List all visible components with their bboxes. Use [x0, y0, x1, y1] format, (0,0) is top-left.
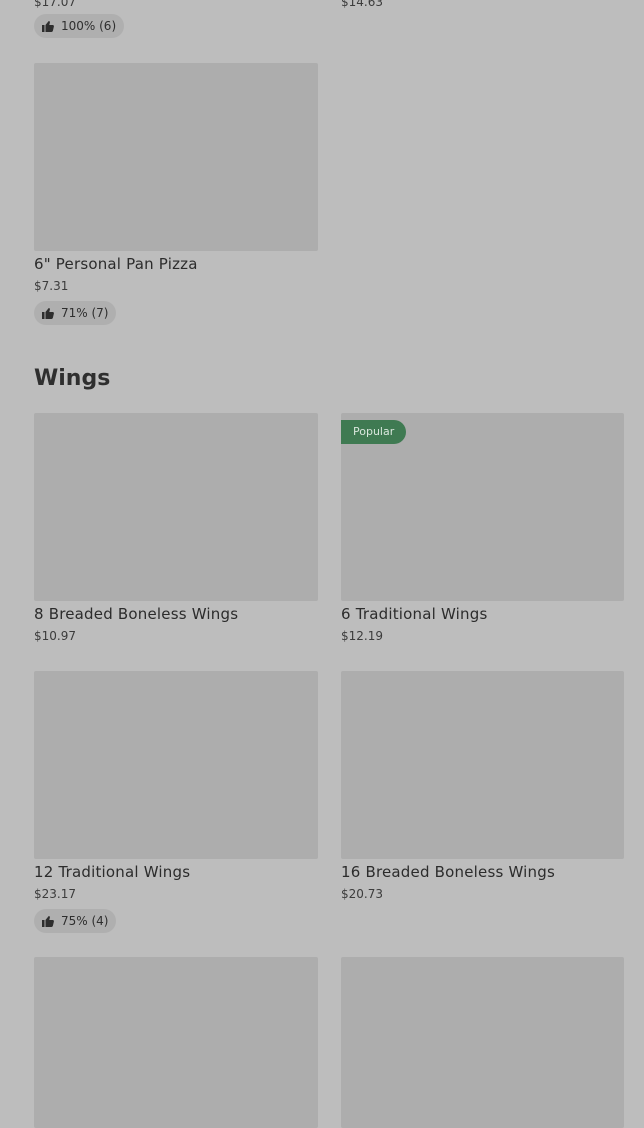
item-price: $10.97	[34, 629, 76, 643]
item-image[interactable]	[34, 671, 318, 859]
menu-item-card[interactable]: Popular 6 Traditional Wings $12.19	[341, 413, 624, 649]
rating-badge: 100% (6)	[34, 14, 125, 38]
item-name: 6 Traditional Wings	[341, 605, 488, 623]
item-price: $12.19	[341, 629, 383, 643]
item-name: 8 Breaded Boneless Wings	[34, 605, 239, 623]
item-image[interactable]	[34, 957, 318, 1128]
item-image[interactable]	[34, 413, 318, 601]
rating-text: 75% (4)	[61, 914, 109, 928]
menu-item-card[interactable]: 6" Personal Pan Pizza $7.31 71% (7)	[34, 63, 318, 333]
item-name: 6" Personal Pan Pizza	[34, 255, 198, 273]
popular-badge: Popular	[341, 420, 407, 444]
rating-badge: 75% (4)	[34, 909, 117, 933]
thumbs-up-icon	[42, 307, 54, 319]
item-image[interactable]	[34, 63, 318, 251]
item-price: $7.31	[34, 279, 69, 293]
thumbs-up-icon	[42, 20, 54, 32]
section-title: Wings	[34, 366, 111, 391]
item-price: $17.07	[34, 0, 76, 9]
item-price: $20.73	[341, 887, 383, 901]
item-name: 12 Traditional Wings	[34, 863, 191, 881]
item-price: $14.63	[341, 0, 383, 9]
rating-text: 100% (6)	[61, 19, 117, 33]
menu-item-card[interactable]: 16 Breaded Boneless Wings $20.73	[341, 671, 624, 907]
item-name: 16 Breaded Boneless Wings	[341, 863, 555, 881]
item-image[interactable]	[341, 671, 624, 859]
rating-text: 71% (7)	[61, 306, 109, 320]
thumbs-up-icon	[42, 915, 54, 927]
rating-badge: 71% (7)	[34, 301, 117, 325]
menu-item-card[interactable]: 12 Traditional Wings $23.17 75% (4)	[34, 671, 318, 933]
item-price: $23.17	[34, 887, 76, 901]
item-image[interactable]	[341, 957, 624, 1128]
menu-item-card[interactable]: 8 Breaded Boneless Wings $10.97	[34, 413, 318, 649]
